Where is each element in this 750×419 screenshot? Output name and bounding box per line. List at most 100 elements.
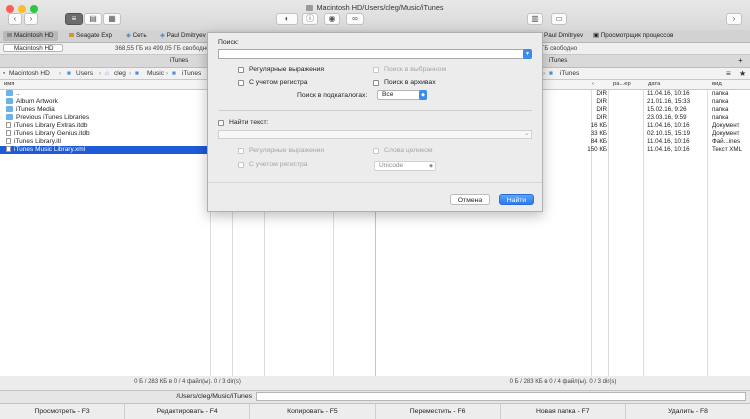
column-name-header[interactable]: имя: [4, 80, 14, 89]
crumb-users[interactable]: Users: [76, 68, 93, 79]
whole-words-checkbox[interactable]: [373, 148, 379, 154]
encoding-select[interactable]: Unicode ◆: [374, 161, 436, 171]
file-name: iTunes Media: [16, 106, 55, 113]
text-regex-checkbox[interactable]: [238, 148, 244, 154]
in-selected-checkbox[interactable]: [373, 67, 379, 73]
view-columns-button[interactable]: ▤: [84, 13, 102, 25]
table-row[interactable]: iTunes Music Library.xml: [0, 146, 208, 154]
drive-selector[interactable]: Macintosh HD: [3, 44, 63, 52]
toggle-hidden-button[interactable]: ◐: [276, 13, 298, 25]
archives-checkbox[interactable]: [373, 80, 379, 86]
column-size-header[interactable]: ра...ер: [613, 80, 631, 89]
copy-f5-button[interactable]: Копировать - F5: [250, 404, 376, 419]
file-date: 11.04.16, 10:16: [647, 138, 690, 145]
document-icon: [6, 130, 11, 137]
search-input[interactable]: [218, 49, 531, 59]
crumb-macintosh-hd[interactable]: Macintosh HD: [9, 68, 50, 79]
tab-paul-left[interactable]: ◈ Paul Dmitryev: [156, 31, 210, 41]
regex-checkbox[interactable]: [238, 67, 244, 73]
tab-seagate[interactable]: Seagate Exp: [65, 31, 116, 41]
nav-right-button[interactable]: ›: [726, 13, 742, 25]
find-button[interactable]: Найти: [499, 194, 534, 205]
add-tab-icon[interactable]: +: [738, 55, 743, 67]
delete-f8-button[interactable]: Удалить - F8: [626, 404, 750, 419]
table-row[interactable]: 84 КБ 11.04.16, 10:16 Фай...ines: [541, 138, 750, 146]
command-input[interactable]: [256, 392, 746, 401]
terminal-button[interactable]: ▭: [551, 13, 567, 25]
command-path: /Users/cleg/Music/iTunes: [176, 393, 252, 400]
file-name: ..: [16, 90, 20, 97]
file-date: 23.03.16, 9:59: [647, 114, 687, 121]
search-label: Поиск:: [218, 39, 239, 46]
file-kind: папка: [712, 114, 729, 121]
chevron-right-icon: ›: [166, 70, 169, 77]
divider: [208, 182, 542, 183]
table-row[interactable]: DIR 23.03.16, 9:59 папка: [541, 114, 750, 122]
file-size: 16 КБ: [590, 122, 607, 129]
find-text-checkbox[interactable]: [218, 120, 224, 126]
table-row[interactable]: 33 КБ 02.10.15, 15:19 Документ: [541, 130, 750, 138]
column-date-header[interactable]: дата: [648, 80, 660, 89]
tab-macintosh-hd[interactable]: Macintosh HD: [3, 31, 58, 41]
file-date: 11.04.16, 10:16: [647, 90, 690, 97]
subdirs-select[interactable]: Все ◆: [377, 90, 427, 100]
table-row[interactable]: 150 КБ 11.04.16, 10:16 Текст XML: [541, 146, 750, 154]
tab-paul-right[interactable]: Paul Dmitryev: [540, 31, 587, 41]
menu-icon[interactable]: ≡: [726, 68, 731, 79]
crumb-music[interactable]: Music: [147, 68, 164, 79]
file-date: 15.02.16, 9:26: [647, 106, 687, 113]
column-kind-header[interactable]: вид: [712, 80, 722, 89]
forward-button[interactable]: ›: [24, 13, 38, 25]
table-row[interactable]: Previous iTunes Libraries: [0, 114, 208, 122]
search-button[interactable]: ∞: [346, 13, 364, 25]
info-button[interactable]: ⓘ: [302, 13, 318, 25]
table-row[interactable]: DIR 21.01.16, 15:33 папка: [541, 98, 750, 106]
window-title: Macintosh HD/Users/cleg/Music/iTunes: [316, 3, 444, 12]
crumb-cleg[interactable]: cleg: [114, 68, 126, 79]
cancel-button[interactable]: Отмена: [450, 194, 490, 205]
divider: [218, 110, 532, 111]
table-row[interactable]: iTunes Library.itl: [0, 138, 208, 146]
view-icons-button[interactable]: ▦: [103, 13, 121, 25]
panels-icon: ▥: [531, 14, 539, 23]
file-name: iTunes Library Genius.itdb: [14, 130, 90, 137]
home-icon: ⌂: [105, 70, 109, 77]
back-button[interactable]: ‹: [8, 13, 22, 25]
network-icon: ◈: [126, 32, 131, 39]
chevron-right-icon: ›: [59, 70, 62, 77]
folder-icon: [6, 98, 13, 105]
table-row[interactable]: 16 КБ 11.04.16, 10:16 Документ: [541, 122, 750, 130]
drive-icon: [306, 5, 314, 12]
column-ext-header[interactable]: ‹: [592, 80, 594, 89]
table-row[interactable]: iTunes Library Extras.itdb: [0, 122, 208, 130]
move-f6-button[interactable]: Переместить - F6: [376, 404, 501, 419]
find-text-input[interactable]: [218, 130, 532, 139]
file-kind: Документ: [712, 130, 740, 137]
view-list-button[interactable]: ≡: [65, 13, 83, 25]
folder-icon: ■: [135, 70, 139, 77]
table-row[interactable]: iTunes Media: [0, 106, 208, 114]
left-column-header[interactable]: имя: [0, 80, 208, 90]
table-row[interactable]: iTunes Library Genius.itdb: [0, 130, 208, 138]
table-row[interactable]: ..: [0, 90, 208, 98]
drive-icon: [7, 33, 12, 37]
tab-network[interactable]: ◈ Сеть: [122, 31, 151, 41]
crumb-itunes[interactable]: iTunes: [182, 68, 201, 79]
left-status: 0 Б / 283 КБ в 0 / 4 файл(ы). 0 / 3 dir(…: [134, 379, 241, 385]
edit-f4-button[interactable]: Редактировать - F4: [125, 404, 251, 419]
right-column-header[interactable]: ‹ ра...ер дата вид: [541, 80, 750, 90]
case-checkbox[interactable]: [238, 80, 244, 86]
view-f3-button[interactable]: Просмотреть - F3: [0, 404, 126, 419]
search-history-button[interactable]: ▼: [523, 49, 532, 59]
star-icon[interactable]: ★: [739, 68, 746, 79]
table-row[interactable]: DIR 11.04.16, 10:16 папка: [541, 90, 750, 98]
crumb-itunes[interactable]: iTunes: [560, 68, 579, 79]
quick-look-button[interactable]: ◉: [324, 13, 340, 25]
new-folder-f7-button[interactable]: Новая папка - F7: [501, 404, 626, 419]
split-view-button[interactable]: ▥: [527, 13, 543, 25]
text-case-checkbox[interactable]: [238, 162, 244, 168]
tab-process-viewer[interactable]: ▣ Просмотрщик процессов: [589, 31, 677, 41]
table-row[interactable]: DIR 15.02.16, 9:26 папка: [541, 106, 750, 114]
file-name: iTunes Music Library.xml: [14, 146, 86, 153]
table-row[interactable]: Album Artwork: [0, 98, 208, 106]
